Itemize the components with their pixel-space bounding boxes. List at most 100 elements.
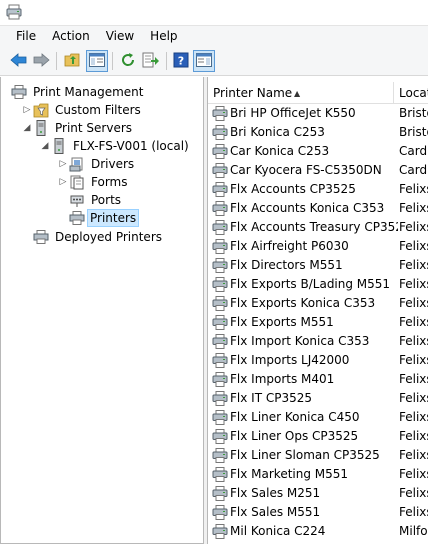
printer-location-cell: Milfor <box>399 524 428 538</box>
printer-icon <box>212 391 228 406</box>
printer-icon <box>212 125 228 140</box>
table-row[interactable]: Flx Import Konica C353 Felixst <box>208 332 428 351</box>
tree-node-printers[interactable]: Printers <box>69 209 140 227</box>
back-button[interactable] <box>8 50 30 72</box>
tree-node-ports[interactable]: Ports <box>69 191 125 209</box>
menu-view[interactable]: View <box>98 26 142 46</box>
printer-name-cell: Flx Accounts Treasury CP3525 <box>230 220 398 234</box>
table-row[interactable]: Flx Marketing M551 Felixst <box>208 465 428 484</box>
printer-icon <box>212 163 228 178</box>
expand-arrow-icon[interactable]: ▷ <box>21 101 33 119</box>
table-row[interactable]: Flx Exports M551 Felixst <box>208 313 428 332</box>
printer-icon <box>212 258 228 273</box>
menu-help[interactable]: Help <box>142 26 185 46</box>
table-row[interactable]: Flx Imports M401 Felixst <box>208 370 428 389</box>
refresh-button[interactable] <box>117 50 139 72</box>
table-row[interactable]: Car Kyocera FS-C5350DN Cardit <box>208 161 428 180</box>
forms-icon <box>69 174 85 190</box>
collapse-arrow-icon[interactable]: ◢ <box>21 119 33 137</box>
table-row[interactable]: Flx Liner Sloman CP3525 Felixst <box>208 446 428 465</box>
show-hide-console-tree-button[interactable] <box>86 50 108 72</box>
printer-icon <box>212 144 228 159</box>
column-header-printer-name[interactable]: Printer Name ▲ <box>208 82 394 104</box>
printer-icon <box>33 229 49 245</box>
printer-location-cell: Felixst <box>399 486 428 500</box>
tree-label: FLX-FS-V001 (local) <box>73 139 189 153</box>
tree-label: Print Management <box>33 85 144 99</box>
help-icon: ? <box>173 52 189 71</box>
tree-label: Drivers <box>91 157 135 171</box>
printer-location-cell: Felixst <box>399 372 428 386</box>
printer-icon <box>212 448 228 463</box>
tree-label: Custom Filters <box>55 103 141 117</box>
tree-node-custom-filters[interactable]: ▷ Custom Filters <box>21 101 145 119</box>
show-hide-action-pane-button[interactable] <box>193 50 215 72</box>
table-row[interactable]: Bri Konica C253 Bristo <box>208 123 428 142</box>
table-row[interactable]: Flx Accounts Treasury CP3525Felixst <box>208 218 428 237</box>
printer-name-cell: Flx Liner Ops CP3525 <box>230 429 359 443</box>
table-row[interactable]: Flx Liner Ops CP3525 Felixst <box>208 427 428 446</box>
printer-location-cell: Felixst <box>399 505 428 519</box>
printer-location-cell: Cardit <box>399 163 428 177</box>
table-row[interactable]: Flx IT CP3525 Felixst <box>208 389 428 408</box>
printer-name-cell: Bri HP OfficeJet K550 <box>230 106 356 120</box>
printer-icon <box>212 315 228 330</box>
print-management-app-icon[interactable] <box>6 4 22 20</box>
printer-icon <box>212 467 228 482</box>
table-row[interactable]: Flx Exports B/Lading M551 Felixst <box>208 275 428 294</box>
table-row[interactable]: Bri HP OfficeJet K550 Bristo <box>208 104 428 123</box>
table-row[interactable]: Car Konica C253 Cardit <box>208 142 428 161</box>
tree-node-server-flx-fs-v001[interactable]: ◢ FLX-FS-V001 (local) <box>39 137 193 155</box>
forward-button[interactable] <box>30 50 52 72</box>
toolbar-separator <box>166 52 167 70</box>
table-row[interactable]: Mil Konica C224 Milfor <box>208 522 428 541</box>
title-bar <box>0 0 428 26</box>
table-row[interactable]: Flx Airfreight P6030 Felixst <box>208 237 428 256</box>
toolbar-separator <box>56 52 57 70</box>
console-tree: Print Management ▷ Custom Filters ◢ Prin… <box>0 77 204 544</box>
printer-icon <box>212 182 228 197</box>
menu-file[interactable]: File <box>8 26 44 46</box>
export-list-button[interactable] <box>140 50 162 72</box>
printer-icon <box>212 296 228 311</box>
printer-name-cell: Flx Import Konica C353 <box>230 334 370 348</box>
table-row[interactable]: Flx Sales M551 Felixst <box>208 503 428 522</box>
printer-icon <box>69 210 85 226</box>
table-row[interactable]: Flx Liner Konica C450 Felixst <box>208 408 428 427</box>
tree-node-print-servers[interactable]: ◢ Print Servers <box>21 119 136 137</box>
forward-arrow-icon <box>32 52 50 70</box>
tree-node-drivers[interactable]: ▷ Drivers <box>57 155 138 173</box>
tree-label: Deployed Printers <box>55 230 163 244</box>
tree-label: Ports <box>91 193 122 207</box>
printer-location-cell: Felixst <box>399 296 428 310</box>
filter-folder-icon <box>33 102 49 118</box>
printer-location-cell: Felixst <box>399 239 428 253</box>
printer-name-cell: Flx Imports M401 <box>230 372 335 386</box>
up-one-level-button[interactable] <box>62 50 84 72</box>
export-list-icon <box>142 52 160 71</box>
table-row[interactable]: Flx Accounts CP3525 Felixst <box>208 180 428 199</box>
menu-action[interactable]: Action <box>44 26 98 46</box>
tree-node-print-management[interactable]: Print Management <box>11 83 147 101</box>
printer-name-cell: Flx Accounts Konica C353 <box>230 201 385 215</box>
table-row[interactable]: Flx Sales M251 Felixst <box>208 484 428 503</box>
help-button[interactable]: ? <box>170 50 192 72</box>
printer-name-cell: Flx Liner Konica C450 <box>230 410 360 424</box>
printer-location-cell: Felixst <box>399 391 428 405</box>
table-row[interactable]: Flx Imports LJ42000 Felixst <box>208 351 428 370</box>
printer-name-cell: Flx Marketing M551 <box>230 467 349 481</box>
ports-icon <box>69 192 85 208</box>
expand-arrow-icon[interactable]: ▷ <box>57 173 69 191</box>
table-row[interactable]: Flx Directors M551 Felixst <box>208 256 428 275</box>
column-header-location[interactable]: Locat <box>394 82 428 104</box>
table-row[interactable]: Flx Accounts Konica C353 Felixst <box>208 199 428 218</box>
printer-icon <box>212 372 228 387</box>
printer-location-cell: Cardit <box>399 144 428 158</box>
expand-arrow-icon[interactable]: ▷ <box>57 155 69 173</box>
collapse-arrow-icon[interactable]: ◢ <box>39 137 51 155</box>
printer-location-cell: Bristo <box>399 125 428 139</box>
table-row[interactable]: Flx Exports Konica C353 Felixst <box>208 294 428 313</box>
tree-node-deployed-printers[interactable]: Deployed Printers <box>33 228 166 246</box>
tree-node-forms[interactable]: ▷ Forms <box>57 173 131 191</box>
show-hide-action-pane-icon <box>196 52 212 70</box>
